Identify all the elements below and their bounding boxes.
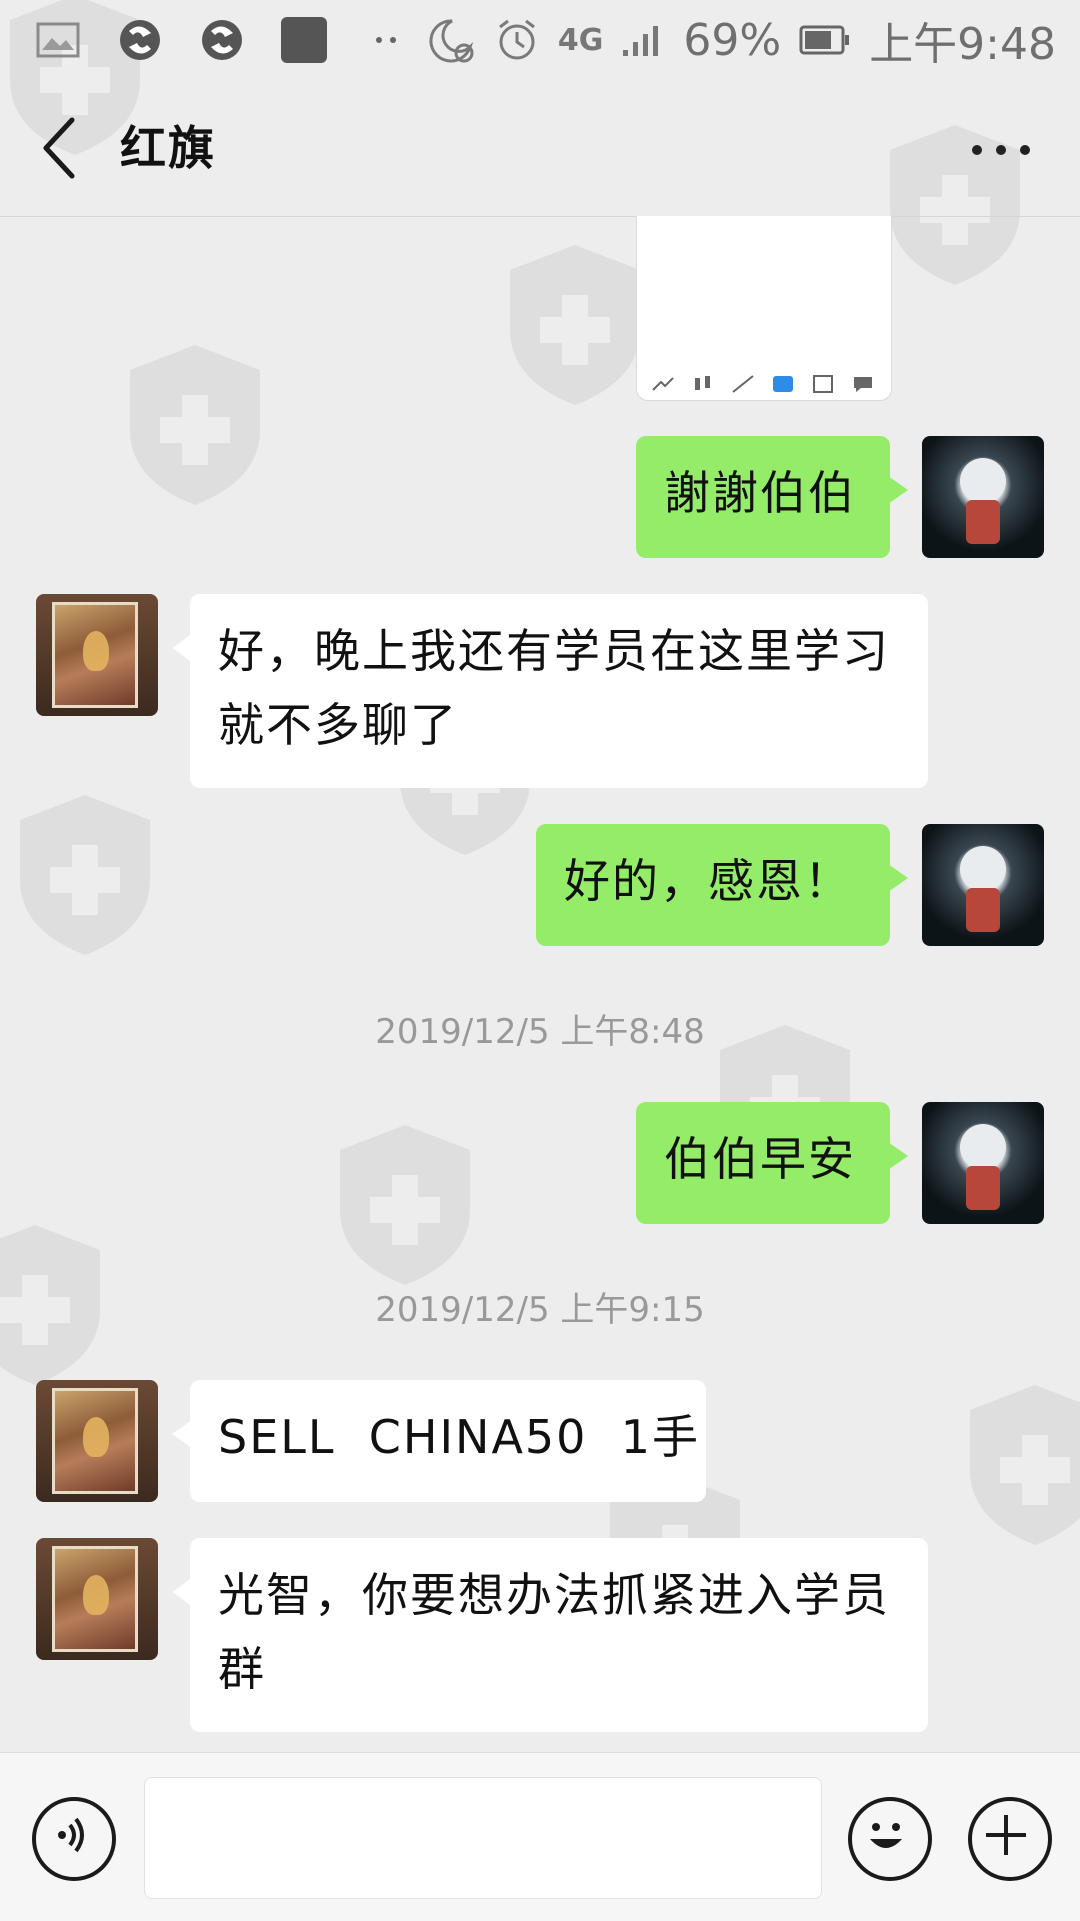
message-bubble-outgoing[interactable]: 伯伯早安 xyxy=(636,1102,908,1224)
alarm-icon xyxy=(498,19,535,60)
gallery-icon xyxy=(32,14,84,66)
plus-icon xyxy=(986,1815,1026,1855)
timestamp: 2019/12/5 上午9:15 xyxy=(375,1290,705,1330)
emoji-icon xyxy=(870,1823,902,1848)
more-actions-button[interactable] xyxy=(968,1797,1052,1881)
app-notification-icon xyxy=(114,14,166,66)
watermark-shield-icon xyxy=(510,245,640,405)
status-bar: 4G 69% 上午9:48 xyxy=(0,0,1080,80)
app-notification-icon xyxy=(196,14,248,66)
avatar-self[interactable] xyxy=(922,824,1044,946)
voice-icon xyxy=(58,1817,84,1853)
avatar-self[interactable] xyxy=(922,1102,1044,1224)
trend-icon xyxy=(732,375,754,393)
message-input[interactable] xyxy=(144,1777,822,1899)
network-type: 4G xyxy=(557,22,604,58)
message-bubble-incoming[interactable]: 好，晚上我还有学员在这里学习就不多聊了 xyxy=(172,594,928,788)
emoji-button[interactable] xyxy=(848,1797,932,1881)
inbox-icon xyxy=(773,376,793,392)
chart-tool-icon xyxy=(652,377,674,391)
message-bubble-incoming[interactable]: 光智，你要想办法抓紧进入学员群 xyxy=(172,1538,928,1732)
chat-header: 红旗 xyxy=(0,80,1080,217)
watermark-shield-icon xyxy=(130,345,260,505)
timestamp: 2019/12/5 上午8:48 xyxy=(375,1012,705,1052)
more-icon[interactable] xyxy=(966,130,1036,170)
avatar-contact[interactable] xyxy=(36,594,158,716)
watermark-shield-icon xyxy=(970,1385,1080,1545)
battery-percent: 69% xyxy=(683,14,782,66)
candlestick-icon xyxy=(695,376,710,390)
message-bubble-incoming[interactable]: SELL CHINA50 1手 xyxy=(172,1380,706,1502)
avatar-contact[interactable] xyxy=(36,1380,158,1502)
status-time: 上午9:48 xyxy=(869,19,1056,70)
app-square-icon xyxy=(278,14,330,66)
chat-input-bar xyxy=(0,1752,1080,1921)
battery-icon xyxy=(799,25,850,55)
watermark-shield-icon xyxy=(20,795,150,955)
chat-title: 红旗 xyxy=(120,121,216,175)
more-notifications-icon xyxy=(360,14,412,66)
back-icon[interactable] xyxy=(34,114,86,182)
news-icon xyxy=(813,375,833,393)
shared-image-message[interactable] xyxy=(636,216,892,401)
avatar-contact[interactable] xyxy=(36,1538,158,1660)
signal-icon xyxy=(623,26,659,56)
do-not-disturb-moon-icon xyxy=(429,19,474,63)
chat-icon xyxy=(854,377,872,392)
voice-button[interactable] xyxy=(32,1797,116,1881)
watermark-shield-icon xyxy=(340,1125,470,1285)
message-bubble-outgoing[interactable]: 謝謝伯伯 xyxy=(636,436,908,558)
message-bubble-outgoing[interactable]: 好的，感恩！ xyxy=(536,824,908,946)
avatar-self[interactable] xyxy=(922,436,1044,558)
